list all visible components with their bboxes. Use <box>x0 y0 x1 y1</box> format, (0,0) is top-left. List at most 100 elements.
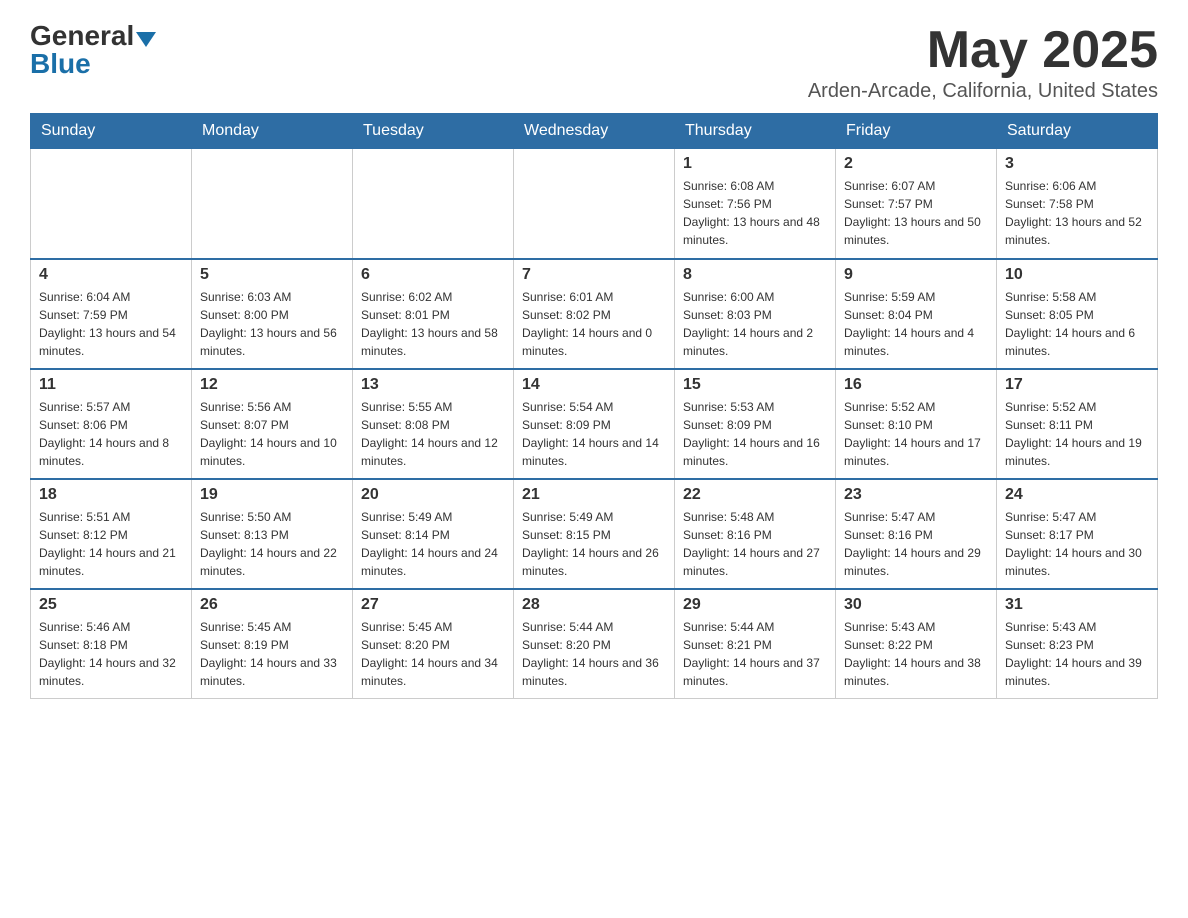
day-number: 22 <box>683 486 827 504</box>
day-info: Sunrise: 5:43 AMSunset: 8:22 PMDaylight:… <box>844 618 988 690</box>
table-row: 13 Sunrise: 5:55 AMSunset: 8:08 PMDayligh… <box>353 369 514 479</box>
table-row: 16 Sunrise: 5:52 AMSunset: 8:10 PMDayligh… <box>836 369 997 479</box>
table-row <box>353 149 514 259</box>
table-row: 21 Sunrise: 5:49 AMSunset: 8:15 PMDayligh… <box>514 479 675 589</box>
col-monday: Monday <box>192 114 353 149</box>
day-info: Sunrise: 6:03 AMSunset: 8:00 PMDaylight:… <box>200 288 344 360</box>
day-info: Sunrise: 5:49 AMSunset: 8:15 PMDaylight:… <box>522 508 666 580</box>
table-row: 29Sunrise: 5:44 AMSunset: 8:21 PMDayligh… <box>675 589 836 699</box>
calendar-week-row: 18 Sunrise: 5:51 AMSunset: 8:12 PMDayligh… <box>31 479 1158 589</box>
table-row: 31 Sunrise: 5:43 AMSunset: 8:23 PMDayligh… <box>997 589 1158 699</box>
day-info: Sunrise: 5:46 AMSunset: 8:18 PMDaylight:… <box>39 618 183 690</box>
table-row: 23 Sunrise: 5:47 AMSunset: 8:16 PMDayligh… <box>836 479 997 589</box>
table-row: 22 Sunrise: 5:48 AMSunset: 8:16 PMDayligh… <box>675 479 836 589</box>
table-row: 4 Sunrise: 6:04 AMSunset: 7:59 PMDaylight… <box>31 259 192 369</box>
calendar-header-row: Sunday Monday Tuesday Wednesday Thursday… <box>31 114 1158 149</box>
table-row: 15 Sunrise: 5:53 AMSunset: 8:09 PMDayligh… <box>675 369 836 479</box>
day-number: 2 <box>844 155 988 173</box>
day-info: Sunrise: 6:07 AMSunset: 7:57 PMDaylight:… <box>844 177 988 249</box>
day-number: 13 <box>361 376 505 394</box>
day-info: Sunrise: 5:54 AMSunset: 8:09 PMDaylight:… <box>522 398 666 470</box>
day-number: 9 <box>844 266 988 284</box>
day-number: 20 <box>361 486 505 504</box>
day-number: 7 <box>522 266 666 284</box>
day-info: Sunrise: 5:58 AMSunset: 8:05 PMDaylight:… <box>1005 288 1149 360</box>
day-number: 26 <box>200 596 344 614</box>
table-row: 26 Sunrise: 5:45 AMSunset: 8:19 PMDayligh… <box>192 589 353 699</box>
day-number: 30 <box>844 596 988 614</box>
day-info: Sunrise: 5:43 AMSunset: 8:23 PMDaylight:… <box>1005 618 1149 690</box>
day-info: Sunrise: 5:45 AMSunset: 8:19 PMDaylight:… <box>200 618 344 690</box>
table-row: 5Sunrise: 6:03 AMSunset: 8:00 PMDaylight… <box>192 259 353 369</box>
day-info: Sunrise: 5:59 AMSunset: 8:04 PMDaylight:… <box>844 288 988 360</box>
day-info: Sunrise: 5:55 AMSunset: 8:08 PMDaylight:… <box>361 398 505 470</box>
calendar-week-row: 25Sunrise: 5:46 AMSunset: 8:18 PMDayligh… <box>31 589 1158 699</box>
day-number: 15 <box>683 376 827 394</box>
calendar-week-row: 1 Sunrise: 6:08 AMSunset: 7:56 PMDaylight… <box>31 149 1158 259</box>
day-info: Sunrise: 5:44 AMSunset: 8:20 PMDaylight:… <box>522 618 666 690</box>
table-row: 1 Sunrise: 6:08 AMSunset: 7:56 PMDaylight… <box>675 149 836 259</box>
logo-blue: Blue <box>30 48 91 80</box>
day-number: 10 <box>1005 266 1149 284</box>
table-row: 8Sunrise: 6:00 AMSunset: 8:03 PMDaylight… <box>675 259 836 369</box>
table-row: 25Sunrise: 5:46 AMSunset: 8:18 PMDayligh… <box>31 589 192 699</box>
day-number: 18 <box>39 486 183 504</box>
table-row: 17 Sunrise: 5:52 AMSunset: 8:11 PMDayligh… <box>997 369 1158 479</box>
day-number: 24 <box>1005 486 1149 504</box>
table-row <box>514 149 675 259</box>
day-info: Sunrise: 5:52 AMSunset: 8:11 PMDaylight:… <box>1005 398 1149 470</box>
col-saturday: Saturday <box>997 114 1158 149</box>
day-number: 31 <box>1005 596 1149 614</box>
table-row: 19Sunrise: 5:50 AMSunset: 8:13 PMDayligh… <box>192 479 353 589</box>
col-friday: Friday <box>836 114 997 149</box>
table-row: 11Sunrise: 5:57 AMSunset: 8:06 PMDayligh… <box>31 369 192 479</box>
table-row <box>31 149 192 259</box>
table-row <box>192 149 353 259</box>
day-info: Sunrise: 5:49 AMSunset: 8:14 PMDaylight:… <box>361 508 505 580</box>
day-number: 16 <box>844 376 988 394</box>
day-number: 27 <box>361 596 505 614</box>
table-row: 27Sunrise: 5:45 AMSunset: 8:20 PMDayligh… <box>353 589 514 699</box>
location-subtitle: Arden-Arcade, California, United States <box>808 80 1158 103</box>
calendar-week-row: 4 Sunrise: 6:04 AMSunset: 7:59 PMDaylight… <box>31 259 1158 369</box>
day-number: 12 <box>200 376 344 394</box>
table-row: 10 Sunrise: 5:58 AMSunset: 8:05 PMDayligh… <box>997 259 1158 369</box>
day-number: 4 <box>39 266 183 284</box>
calendar-week-row: 11Sunrise: 5:57 AMSunset: 8:06 PMDayligh… <box>31 369 1158 479</box>
day-info: Sunrise: 5:48 AMSunset: 8:16 PMDaylight:… <box>683 508 827 580</box>
col-tuesday: Tuesday <box>353 114 514 149</box>
day-number: 21 <box>522 486 666 504</box>
month-title: May 2025 <box>808 20 1158 80</box>
day-number: 28 <box>522 596 666 614</box>
table-row: 20 Sunrise: 5:49 AMSunset: 8:14 PMDayligh… <box>353 479 514 589</box>
col-sunday: Sunday <box>31 114 192 149</box>
day-number: 23 <box>844 486 988 504</box>
calendar-table: Sunday Monday Tuesday Wednesday Thursday… <box>30 113 1158 699</box>
day-info: Sunrise: 6:08 AMSunset: 7:56 PMDaylight:… <box>683 177 827 249</box>
day-info: Sunrise: 5:47 AMSunset: 8:16 PMDaylight:… <box>844 508 988 580</box>
day-number: 17 <box>1005 376 1149 394</box>
table-row: 28 Sunrise: 5:44 AMSunset: 8:20 PMDayligh… <box>514 589 675 699</box>
day-number: 11 <box>39 376 183 394</box>
day-info: Sunrise: 5:44 AMSunset: 8:21 PMDaylight:… <box>683 618 827 690</box>
table-row: 2 Sunrise: 6:07 AMSunset: 7:57 PMDaylight… <box>836 149 997 259</box>
day-number: 3 <box>1005 155 1149 173</box>
day-info: Sunrise: 6:02 AMSunset: 8:01 PMDaylight:… <box>361 288 505 360</box>
day-info: Sunrise: 5:50 AMSunset: 8:13 PMDaylight:… <box>200 508 344 580</box>
day-number: 8 <box>683 266 827 284</box>
day-info: Sunrise: 5:52 AMSunset: 8:10 PMDaylight:… <box>844 398 988 470</box>
logo: General Blue <box>30 20 156 80</box>
day-number: 1 <box>683 155 827 173</box>
day-info: Sunrise: 5:51 AMSunset: 8:12 PMDaylight:… <box>39 508 183 580</box>
day-info: Sunrise: 5:53 AMSunset: 8:09 PMDaylight:… <box>683 398 827 470</box>
table-row: 30 Sunrise: 5:43 AMSunset: 8:22 PMDayligh… <box>836 589 997 699</box>
day-info: Sunrise: 6:01 AMSunset: 8:02 PMDaylight:… <box>522 288 666 360</box>
title-section: May 2025 Arden-Arcade, California, Unite… <box>808 20 1158 103</box>
day-number: 14 <box>522 376 666 394</box>
day-info: Sunrise: 5:47 AMSunset: 8:17 PMDaylight:… <box>1005 508 1149 580</box>
table-row: 24 Sunrise: 5:47 AMSunset: 8:17 PMDayligh… <box>997 479 1158 589</box>
table-row: 6Sunrise: 6:02 AMSunset: 8:01 PMDaylight… <box>353 259 514 369</box>
day-info: Sunrise: 6:04 AMSunset: 7:59 PMDaylight:… <box>39 288 183 360</box>
logo-triangle-icon <box>136 32 156 47</box>
day-info: Sunrise: 5:56 AMSunset: 8:07 PMDaylight:… <box>200 398 344 470</box>
